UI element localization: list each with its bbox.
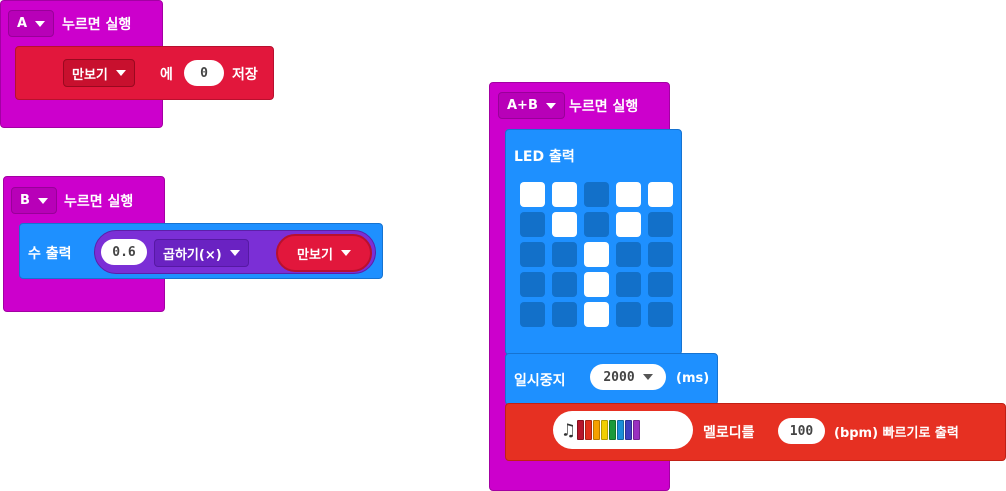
melody-note-bar bbox=[600, 420, 608, 440]
led-cell[interactable] bbox=[648, 302, 673, 327]
value-input[interactable]: 0 bbox=[184, 60, 224, 86]
melody-note-bar bbox=[608, 420, 616, 440]
show-number-label: 수 출력 bbox=[28, 246, 72, 262]
led-cell[interactable] bbox=[584, 212, 609, 237]
led-cell[interactable] bbox=[520, 182, 545, 207]
led-cell[interactable] bbox=[616, 212, 641, 237]
led-cell[interactable] bbox=[616, 182, 641, 207]
led-cell[interactable] bbox=[584, 242, 609, 267]
led-cell[interactable] bbox=[520, 272, 545, 297]
led-cell[interactable] bbox=[520, 212, 545, 237]
led-cell[interactable] bbox=[616, 302, 641, 327]
pause-label: 일시중지 bbox=[514, 373, 566, 389]
event-label: 누르면 실행 bbox=[569, 99, 639, 115]
led-cell[interactable] bbox=[648, 212, 673, 237]
melody-note-bar bbox=[624, 420, 632, 440]
chevron-down-icon bbox=[545, 102, 556, 109]
event-label: 누르면 실행 bbox=[64, 194, 134, 210]
chevron-down-icon bbox=[340, 250, 351, 256]
chevron-down-icon bbox=[115, 70, 126, 76]
button-a-dropdown[interactable]: A bbox=[8, 10, 55, 37]
led-cell[interactable] bbox=[616, 242, 641, 267]
chevron-down-icon bbox=[37, 197, 48, 204]
button-b-label: B bbox=[20, 193, 30, 208]
operator-label: 곱하기(×) bbox=[163, 247, 222, 263]
led-cell[interactable] bbox=[648, 182, 673, 207]
button-ab-label: A+B bbox=[507, 98, 538, 113]
melody-note-bar bbox=[632, 420, 640, 440]
button-a-label: A bbox=[17, 16, 28, 31]
pause-duration-dropdown[interactable]: 2000 bbox=[590, 364, 666, 390]
melody-note-bar bbox=[592, 420, 600, 440]
tempo-unit: (bpm) 빠르기로 출력 bbox=[834, 426, 959, 441]
chevron-down-icon bbox=[229, 250, 240, 256]
variable-dropdown[interactable]: 만보기 bbox=[63, 59, 135, 87]
melody-label: 멜로디를 bbox=[703, 425, 755, 441]
led-cell[interactable] bbox=[648, 242, 673, 267]
melody-preview bbox=[576, 420, 640, 440]
number-input[interactable]: 0.6 bbox=[101, 239, 147, 265]
led-cell[interactable] bbox=[552, 212, 577, 237]
variable-reporter[interactable]: 만보기 bbox=[276, 234, 372, 272]
led-cell[interactable] bbox=[552, 182, 577, 207]
pause-unit: (ms) bbox=[676, 371, 710, 386]
variable-name: 만보기 bbox=[72, 67, 108, 83]
led-cell[interactable] bbox=[552, 242, 577, 267]
led-cell[interactable] bbox=[552, 272, 577, 297]
variable-name: 만보기 bbox=[297, 247, 333, 263]
button-b-dropdown[interactable]: B bbox=[11, 187, 57, 214]
led-cell[interactable] bbox=[584, 272, 609, 297]
melody-picker[interactable]: ♫ bbox=[553, 411, 693, 449]
led-cell[interactable] bbox=[552, 302, 577, 327]
led-cell[interactable] bbox=[616, 272, 641, 297]
melody-note-bar bbox=[584, 420, 592, 440]
chevron-down-icon bbox=[35, 20, 46, 27]
music-note-icon: ♫ bbox=[563, 419, 574, 441]
melody-note-bar bbox=[576, 420, 584, 440]
to-label: 에 bbox=[160, 67, 173, 83]
led-cell[interactable] bbox=[520, 302, 545, 327]
operator-dropdown[interactable]: 곱하기(×) bbox=[154, 239, 249, 267]
led-cell[interactable] bbox=[584, 182, 609, 207]
chevron-down-icon bbox=[642, 374, 653, 380]
save-label: 저장 bbox=[232, 67, 258, 83]
tempo-input[interactable]: 100 bbox=[778, 418, 825, 444]
led-cell[interactable] bbox=[648, 272, 673, 297]
led-grid bbox=[520, 182, 676, 332]
show-leds-label: LED 출력 bbox=[514, 149, 575, 165]
melody-note-bar bbox=[616, 420, 624, 440]
button-ab-dropdown[interactable]: A+B bbox=[498, 92, 565, 119]
led-cell[interactable] bbox=[520, 242, 545, 267]
led-cell[interactable] bbox=[584, 302, 609, 327]
event-label: 누르면 실행 bbox=[62, 17, 132, 33]
